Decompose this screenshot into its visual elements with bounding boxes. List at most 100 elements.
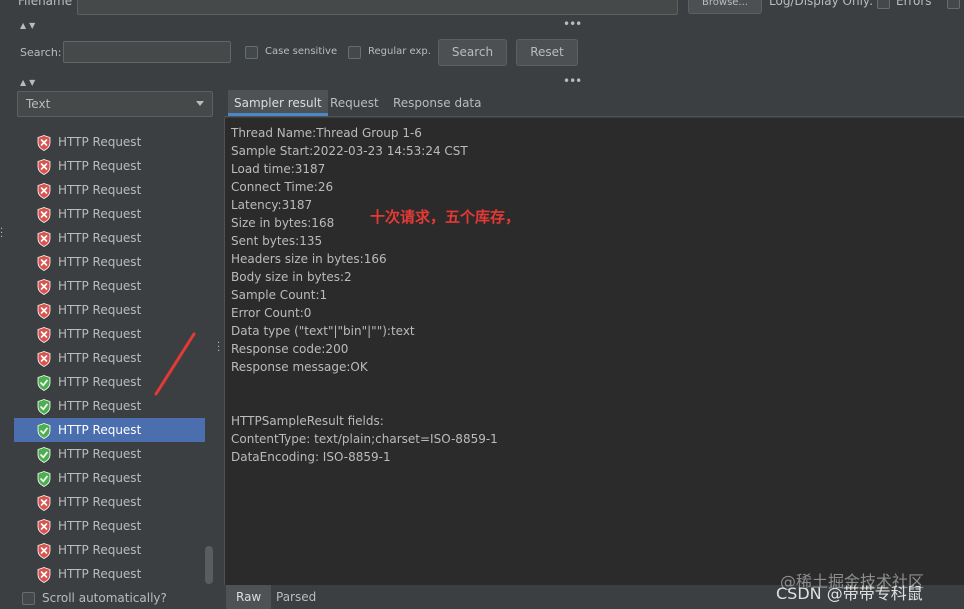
list-item[interactable]: HTTP Request (14, 466, 205, 490)
list-item[interactable]: HTTP Request (14, 202, 205, 226)
case-sensitive-label: Case sensitive (265, 46, 338, 57)
tab-sampler-result[interactable]: Sampler result (228, 90, 328, 116)
error-shield-icon (37, 159, 51, 175)
tab-parsed[interactable]: Parsed (266, 585, 326, 609)
vertical-splitter[interactable]: · · · (214, 90, 224, 609)
result-tabs: Sampler result Request Response data (224, 90, 964, 117)
drag-handle-icon[interactable]: ••• (563, 74, 582, 88)
collapse-arrows-icon[interactable]: ▲▼ (20, 21, 38, 30)
list-item-label: HTTP Request (58, 567, 142, 581)
tab-request[interactable]: Request (324, 90, 385, 116)
sampler-result-line: Size in bytes:168 (231, 216, 335, 230)
list-item[interactable]: HTTP Request (14, 130, 205, 154)
regular-exp-label: Regular exp. (368, 46, 431, 57)
filename-input[interactable] (77, 0, 678, 15)
list-item[interactable]: HTTP Request (14, 154, 205, 178)
error-shield-icon (37, 519, 51, 535)
error-shield-icon (37, 255, 51, 271)
error-shield-icon (37, 279, 51, 295)
sampler-result-line: DataEncoding: ISO-8859-1 (231, 450, 391, 464)
list-item-label: HTTP Request (58, 423, 142, 437)
sampler-result-line: Error Count:0 (231, 306, 312, 320)
list-item-label: HTTP Request (58, 183, 142, 197)
error-shield-icon (37, 303, 51, 319)
collapse-arrows-icon[interactable]: ▲▼ (20, 78, 38, 87)
list-item-label: HTTP Request (58, 543, 142, 557)
results-scrollbar[interactable] (205, 118, 214, 586)
renderer-select-value: Text (26, 97, 51, 111)
error-shield-icon (37, 135, 51, 151)
list-item[interactable]: HTTP Request (14, 250, 205, 274)
red-arrow-annotation (154, 332, 196, 396)
error-shield-icon (37, 495, 51, 511)
list-item[interactable]: HTTP Request (14, 178, 205, 202)
sampler-result-line: Load time:3187 (231, 162, 326, 176)
regular-exp-checkbox[interactable] (348, 46, 361, 59)
drag-handle-icon[interactable]: ••• (563, 17, 582, 31)
tab-response-data[interactable]: Response data (387, 90, 487, 116)
reset-button[interactable]: Reset (516, 39, 578, 66)
error-shield-icon (37, 231, 51, 247)
sampler-result-line: Sample Count:1 (231, 288, 328, 302)
watermark-csdn: CSDN @带带专科鼠 (776, 584, 923, 603)
left-drag-handle-icon[interactable]: · · · (0, 225, 3, 243)
list-item-label: HTTP Request (58, 519, 142, 533)
list-item-label: HTTP Request (58, 255, 142, 269)
error-shield-icon (37, 567, 51, 583)
list-item[interactable]: HTTP Request (14, 442, 205, 466)
log-display-only-label: Log/Display Only: (769, 0, 874, 8)
results-scrollbar-thumb[interactable] (205, 546, 213, 584)
search-label: Search: (20, 46, 62, 59)
errors-checkbox[interactable] (877, 0, 890, 9)
list-item-label: HTTP Request (58, 375, 142, 389)
errors-label: Errors (896, 0, 932, 8)
drag-handle-icon[interactable]: · · · (217, 339, 220, 357)
scroll-automatically-checkbox[interactable] (22, 592, 35, 605)
success-shield-icon (37, 399, 51, 415)
list-item-label: HTTP Request (58, 231, 142, 245)
sampler-result-line: Body size in bytes:2 (231, 270, 352, 284)
sampler-result-line: Response message:OK (231, 360, 368, 374)
success-shield-icon (37, 447, 51, 463)
list-item[interactable]: HTTP Request (14, 418, 205, 442)
splitter-middle[interactable]: ▲▼ ••• (0, 74, 964, 89)
success-shield-icon (37, 375, 51, 391)
list-item-label: HTTP Request (58, 303, 142, 317)
renderer-select[interactable]: Text (17, 91, 213, 117)
list-item[interactable]: HTTP Request (14, 298, 205, 322)
sampler-result-line: Sample Start:2022-03-23 14:53:24 CST (231, 144, 468, 158)
list-item-label: HTTP Request (58, 399, 142, 413)
list-item-label: HTTP Request (58, 279, 142, 293)
list-item[interactable]: HTTP Request (14, 274, 205, 298)
successes-checkbox[interactable] (947, 0, 960, 9)
error-shield-icon (37, 327, 51, 343)
list-item-label: HTTP Request (58, 159, 142, 173)
list-item[interactable]: HTTP Request (14, 538, 205, 562)
splitter-top[interactable]: ▲▼ ••• (0, 17, 964, 32)
list-item-label: HTTP Request (58, 447, 142, 461)
error-shield-icon (37, 183, 51, 199)
case-sensitive-checkbox[interactable] (245, 46, 258, 59)
list-item-label: HTTP Request (58, 135, 142, 149)
search-button[interactable]: Search (438, 39, 507, 66)
sampler-result-line: Sent bytes:135 (231, 234, 323, 248)
sampler-result-line: Headers size in bytes:166 (231, 252, 387, 266)
list-item[interactable]: HTTP Request (14, 562, 205, 586)
sampler-result-line: Response code:200 (231, 342, 349, 356)
list-item[interactable]: HTTP Request (14, 514, 205, 538)
list-item-label: HTTP Request (58, 495, 142, 509)
sampler-result-line: Latency:3187 (231, 198, 313, 212)
list-item[interactable]: HTTP Request (14, 490, 205, 514)
sampler-result-line: HTTPSampleResult fields: (231, 414, 384, 428)
success-shield-icon (37, 471, 51, 487)
list-item[interactable]: HTTP Request (14, 226, 205, 250)
filename-label: Filename (18, 0, 73, 8)
tab-raw[interactable]: Raw (226, 585, 272, 609)
sampler-result-line: Thread Name:Thread Group 1-6 (231, 126, 422, 140)
sampler-result-content: Thread Name:Thread Group 1-6 Sample Start… (224, 118, 964, 585)
browse-button[interactable]: Browse... (688, 0, 762, 14)
list-item-label: HTTP Request (58, 351, 142, 365)
search-input[interactable] (63, 41, 231, 63)
chevron-down-icon (196, 101, 204, 106)
sampler-result-line: Data type ("text"|"bin"|""):text (231, 324, 415, 338)
